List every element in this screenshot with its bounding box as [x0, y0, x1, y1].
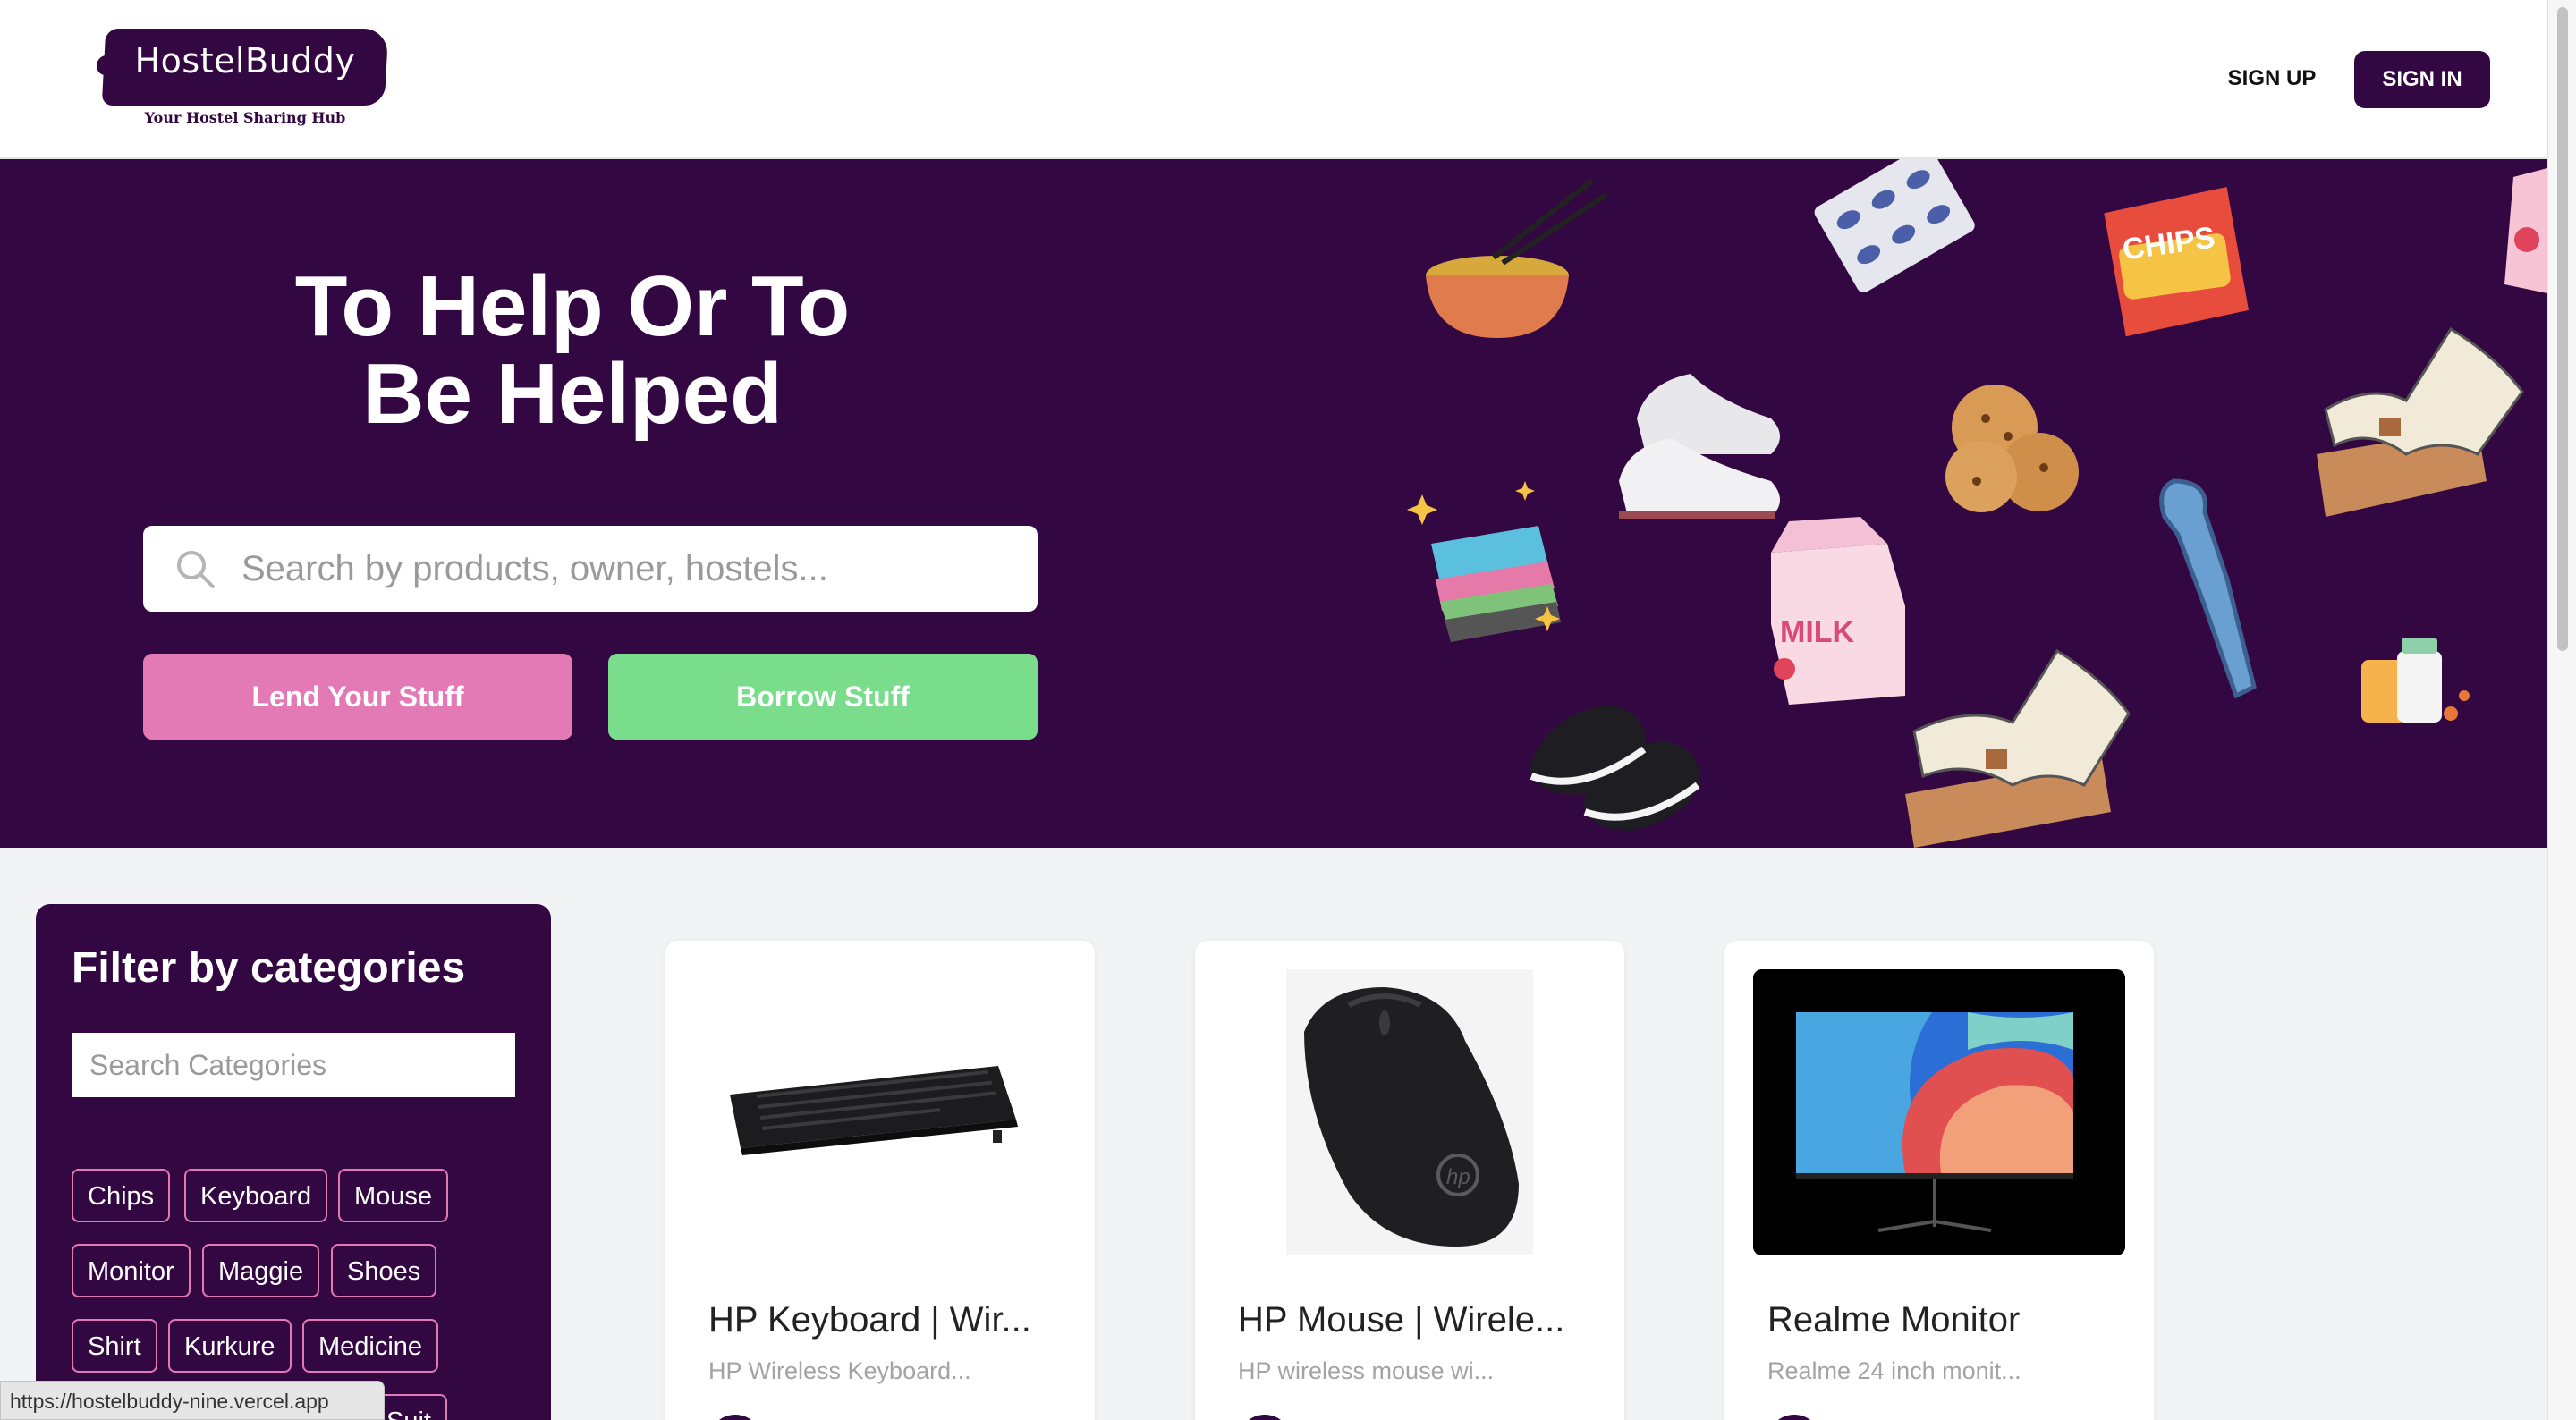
necktie-icon: [2159, 478, 2257, 699]
svg-text:hp: hp: [1446, 1165, 1470, 1189]
owner-avatar: [1238, 1415, 1292, 1420]
open-book-icon: [2317, 326, 2524, 517]
book-stack-icon: [1905, 648, 2131, 848]
product-image-mouse: hp: [1224, 969, 1596, 1255]
pill-strip-icon: [1814, 159, 1975, 293]
hero-heading-line-2: Be Helped: [362, 346, 783, 442]
category-chip-monitor[interactable]: Monitor: [72, 1244, 191, 1297]
scrollbar-thumb[interactable]: [2557, 7, 2568, 651]
milk-carton-icon: MILK: [1771, 517, 1905, 705]
page-scrollbar[interactable]: [2547, 0, 2576, 1420]
category-filter-panel: Filter by categories Chips Keyboard Mous…: [36, 904, 551, 1420]
product-search-bar[interactable]: [143, 526, 1038, 612]
owner-avatar: [708, 1415, 762, 1420]
product-image-keyboard: [694, 969, 1066, 1255]
owner-avatar: [1767, 1415, 1821, 1420]
logo-tagline: Your Hostel Sharing Hub: [144, 109, 346, 126]
category-chip-shoes[interactable]: Shoes: [331, 1244, 437, 1297]
product-description: HP wireless mouse wi...: [1238, 1357, 1495, 1384]
product-name: HP Mouse | Wirele...: [1238, 1300, 1565, 1340]
top-navbar: HostelBuddy Your Hostel Sharing Hub SIGN…: [0, 0, 2547, 159]
lend-your-stuff-button[interactable]: Lend Your Stuff: [143, 654, 572, 740]
sign-in-button[interactable]: SIGN IN: [2354, 51, 2490, 108]
milk-carton-partial-icon: [2504, 168, 2547, 293]
hostelbuddy-logo[interactable]: HostelBuddy Your Hostel Sharing Hub: [101, 29, 389, 134]
sign-up-link[interactable]: SIGN UP: [2209, 52, 2334, 106]
product-image-monitor: [1753, 969, 2125, 1255]
hero-heading: To Help Or To Be Helped: [197, 263, 948, 438]
category-chip-mouse[interactable]: Mouse: [338, 1169, 449, 1222]
product-card[interactable]: hp HP Mouse | Wirele... HP wireless mous…: [1195, 941, 1624, 1420]
milk-carton-label: MILK: [1780, 615, 1855, 649]
slip-on-shoes-icon: [1530, 705, 1700, 831]
product-name: Realme Monitor: [1767, 1300, 2021, 1340]
noodle-bowl-icon: [1426, 178, 1608, 338]
chips-packet-icon: CHIPS: [2104, 186, 2250, 337]
sneakers-icon: [1619, 374, 1780, 519]
keyboard-icon: [694, 969, 1066, 1255]
category-chip-chips[interactable]: Chips: [72, 1169, 171, 1222]
mouse-icon: hp: [1224, 969, 1596, 1255]
category-chip-medicine[interactable]: Medicine: [302, 1319, 439, 1373]
search-icon: [177, 551, 215, 588]
folded-shirts-icon: [1431, 526, 1561, 642]
product-card[interactable]: HP Keyboard | Wir... HP Wireless Keyboar…: [665, 941, 1095, 1420]
product-description: HP Wireless Keyboard...: [708, 1357, 971, 1384]
borrow-stuff-button[interactable]: Borrow Stuff: [608, 654, 1038, 740]
category-chip-shirt[interactable]: Shirt: [72, 1319, 157, 1373]
link-status-url: https://hostelbuddy-nine.vercel.app: [0, 1381, 385, 1420]
category-search-input[interactable]: [72, 1033, 515, 1097]
category-chip-maggie[interactable]: Maggie: [202, 1244, 320, 1297]
product-name: HP Keyboard | Wir...: [708, 1300, 1031, 1340]
category-chip-kurkure[interactable]: Kurkure: [168, 1319, 292, 1373]
category-chip-keyboard[interactable]: Keyboard: [184, 1169, 328, 1222]
product-description: Realme 24 inch monit...: [1767, 1357, 2021, 1384]
filter-panel-title: Filter by categories: [72, 944, 466, 992]
product-search-input[interactable]: [242, 526, 1011, 612]
logo-title: HostelBuddy: [134, 41, 356, 80]
hero-illustrations: CHIPS MILK: [1407, 159, 2547, 848]
monitor-icon: [1753, 969, 2125, 1255]
hero-banner: To Help Or To Be Helped Lend Your Stuff …: [0, 159, 2547, 848]
cookies-icon: [1945, 385, 2079, 512]
medicine-bottles-icon: [2361, 638, 2470, 723]
product-card[interactable]: Realme Monitor Realme 24 inch monit...: [1724, 941, 2154, 1420]
hero-heading-line-1: To Help Or To: [294, 258, 851, 354]
